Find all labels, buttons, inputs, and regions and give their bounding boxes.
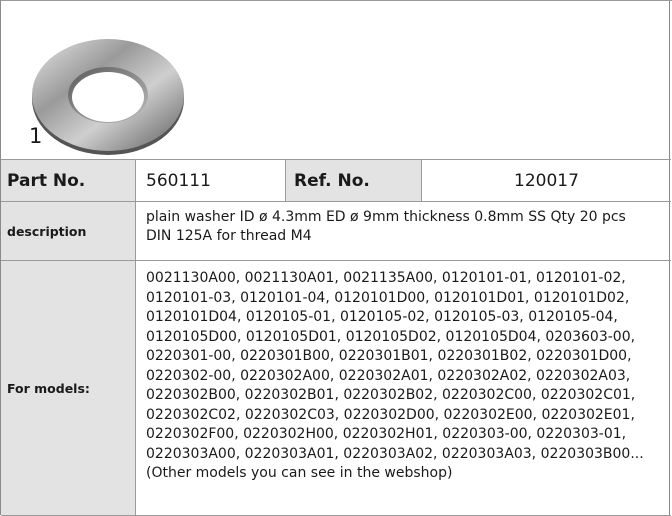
ref-number-label: Ref. No. (285, 160, 422, 201)
ref-number-value: 120017 (514, 170, 579, 191)
description-label: description (1, 202, 136, 260)
models-line: 0220302F00, 0220302H00, 0220302H01, 0220… (146, 426, 627, 442)
models-list: 0021130A00, 0021130A01, 0021135A00, 0120… (136, 261, 671, 515)
part-number-label: Part No. (1, 160, 136, 201)
part-number-value: 560111 (146, 170, 211, 191)
models-row: For models: 0021130A00, 0021130A01, 0021… (1, 260, 671, 516)
part-sheet: 1 Part No. 560111 Ref. No. 120017 descri… (0, 0, 672, 516)
description-line: plain washer ID ø 4.3mm ED ø 9mm thickne… (146, 209, 626, 225)
models-line: 0220302-00, 0220302A00, 0220302A01, 0220… (146, 367, 631, 384)
webshop-note[interactable]: (Other models you can see in the webshop… (146, 464, 669, 484)
product-image-area: 1 (1, 0, 671, 159)
models-line: 0120105D00, 0120105D01, 0120105D02, 0120… (146, 328, 636, 345)
models-line: 0220303A00, 0220303A01, 0220303A02, 0220… (146, 445, 644, 462)
description-value: plain washer ID ø 4.3mm ED ø 9mm thickne… (136, 202, 671, 260)
models-line: 0120101-03, 0120101-04, 0120101D00, 0120… (146, 289, 630, 306)
models-line: 0120101D04, 0120105-01, 0120105-02, 0120… (146, 309, 618, 325)
models-line: 0220302C02, 0220302C03, 0220302D00, 0220… (146, 406, 635, 423)
models-label: For models: (1, 261, 136, 515)
description-row: description plain washer ID ø 4.3mm ED ø… (1, 201, 671, 260)
models-line: 0220302B00, 0220302B01, 0220302B02, 0220… (146, 387, 636, 403)
part-number-row: Part No. 560111 Ref. No. 120017 (1, 159, 671, 201)
item-number: 1 (29, 124, 43, 148)
description-line: DIN 125A for thread M4 (146, 228, 312, 244)
models-line: 0220301-00, 0220301B00, 0220301B01, 0220… (146, 348, 632, 364)
washer-image[interactable] (29, 36, 187, 158)
models-line: 0021130A00, 0021130A01, 0021135A00, 0120… (146, 270, 626, 286)
